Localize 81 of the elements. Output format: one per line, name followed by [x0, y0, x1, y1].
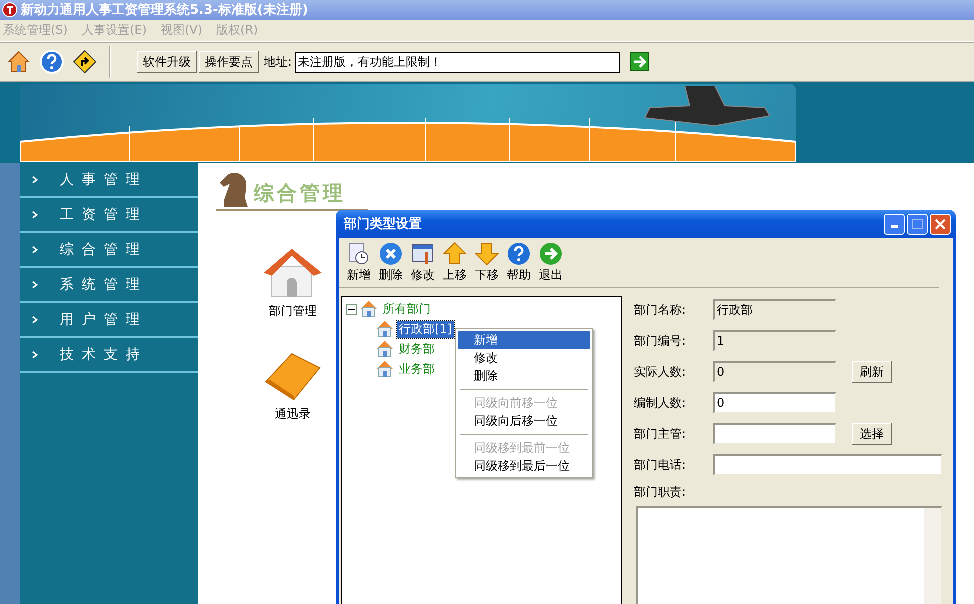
toolbar-button[interactable]: 操作要点	[199, 51, 259, 73]
input-field[interactable]: 行政部	[713, 299, 837, 321]
sidebar-item[interactable]: 系统管理	[20, 268, 198, 303]
input-field[interactable]: 0	[713, 392, 837, 414]
bullet-icon	[32, 210, 38, 218]
house-icon	[376, 340, 394, 358]
toolbar-button[interactable]: 下移	[473, 242, 501, 284]
window-title: 新动力通用人事工资管理系统5.3-标准版(未注册)	[21, 2, 308, 19]
bullet-icon	[32, 316, 38, 324]
input-field[interactable]	[713, 423, 837, 445]
minimize-button[interactable]	[884, 214, 905, 234]
help-icon	[507, 242, 531, 266]
field-label: 部门电话:	[634, 456, 688, 474]
bullet-icon	[32, 280, 38, 288]
text-area[interactable]	[636, 506, 943, 604]
scrollbar[interactable]	[924, 508, 941, 604]
sidebar-item[interactable]: 技术支持	[20, 338, 198, 373]
up-arrow-icon	[443, 242, 467, 266]
bullet-icon	[32, 176, 38, 184]
input-field[interactable]	[713, 454, 943, 476]
context-menu-item[interactable]: 同级移到最后一位	[458, 457, 590, 475]
home-icon[interactable]	[6, 49, 32, 75]
field-label: 编制人数:	[634, 394, 688, 412]
toolbar-button[interactable]: 帮助	[505, 242, 533, 284]
house-icon	[360, 300, 378, 318]
close-icon	[935, 218, 946, 230]
input-field[interactable]: 1	[713, 330, 837, 352]
address-label: 地址:	[264, 54, 292, 70]
sidebar-label: 用户管理	[60, 310, 148, 328]
down-arrow-icon	[475, 242, 499, 266]
address-field[interactable]: 未注册版，有功能上限制！	[295, 52, 620, 72]
field-button[interactable]: 选择	[852, 423, 892, 445]
field-label: 部门主管:	[634, 426, 688, 442]
window-tools-icon	[411, 242, 435, 266]
house-icon	[376, 320, 394, 338]
toolbar-button[interactable]: 退出	[537, 242, 565, 284]
bullet-icon	[32, 246, 38, 254]
maximize-button[interactable]	[907, 214, 928, 234]
field-label: 部门编号:	[634, 332, 688, 350]
tree-item[interactable]: 财务部	[397, 340, 437, 358]
sidebar-item[interactable]: 用户管理	[20, 303, 198, 338]
maximize-icon	[912, 219, 923, 229]
tree-item[interactable]: 行政部[1]	[397, 320, 454, 338]
close-icon	[379, 242, 403, 266]
clock-document-icon	[347, 242, 371, 266]
context-menu-item[interactable]: 删除	[458, 367, 590, 385]
sidebar-label: 工资管理	[60, 206, 148, 224]
shortcut-label[interactable]: 通迅录	[275, 406, 311, 423]
shortcut-label[interactable]: 部门管理	[269, 303, 317, 320]
field-label: 部门名称:	[634, 302, 688, 318]
bullet-icon	[32, 350, 38, 358]
sidebar-label: 系统管理	[60, 276, 148, 294]
input-field[interactable]: 0	[713, 361, 837, 383]
field-button[interactable]: 刷新	[852, 361, 892, 383]
sidebar-label: 人事管理	[60, 170, 148, 188]
turn-sign-icon[interactable]	[72, 49, 98, 75]
dialog-title: 部门类型设置	[344, 216, 423, 233]
toolbar-button[interactable]: 软件升级	[137, 51, 197, 73]
close-button[interactable]	[930, 214, 951, 234]
app-logo-icon	[2, 2, 18, 18]
tree-item[interactable]: 业务部	[397, 360, 437, 378]
sidebar-label: 综合管理	[60, 240, 148, 258]
sidebar-item[interactable]: 综合管理	[20, 233, 198, 268]
toolbar-button[interactable]: 删除	[377, 242, 405, 284]
sidebar-item[interactable]: 人事管理	[20, 163, 198, 198]
toolbar-button[interactable]: 上移	[441, 242, 469, 284]
toolbar-button[interactable]: 修改	[409, 242, 437, 284]
sidebar-item[interactable]: 工资管理	[20, 198, 198, 233]
sidebar-label: 技术支持	[60, 346, 148, 364]
house-icon	[376, 360, 394, 378]
section-title: 综合管理	[254, 180, 346, 207]
field-label: 实际人数:	[634, 364, 688, 380]
help-icon[interactable]	[39, 49, 65, 75]
collapse-icon[interactable]	[346, 304, 357, 314]
toolbar-button[interactable]: 新增	[345, 242, 373, 284]
tree-item[interactable]: 所有部门	[381, 300, 433, 318]
field-label: 部门职责:	[634, 484, 688, 501]
context-menu-item[interactable]: 新增	[458, 331, 590, 349]
context-menu-item[interactable]: 修改	[458, 349, 590, 367]
house-icon[interactable]	[262, 247, 324, 299]
context-menu-item[interactable]: 同级向后移一位	[458, 412, 590, 430]
